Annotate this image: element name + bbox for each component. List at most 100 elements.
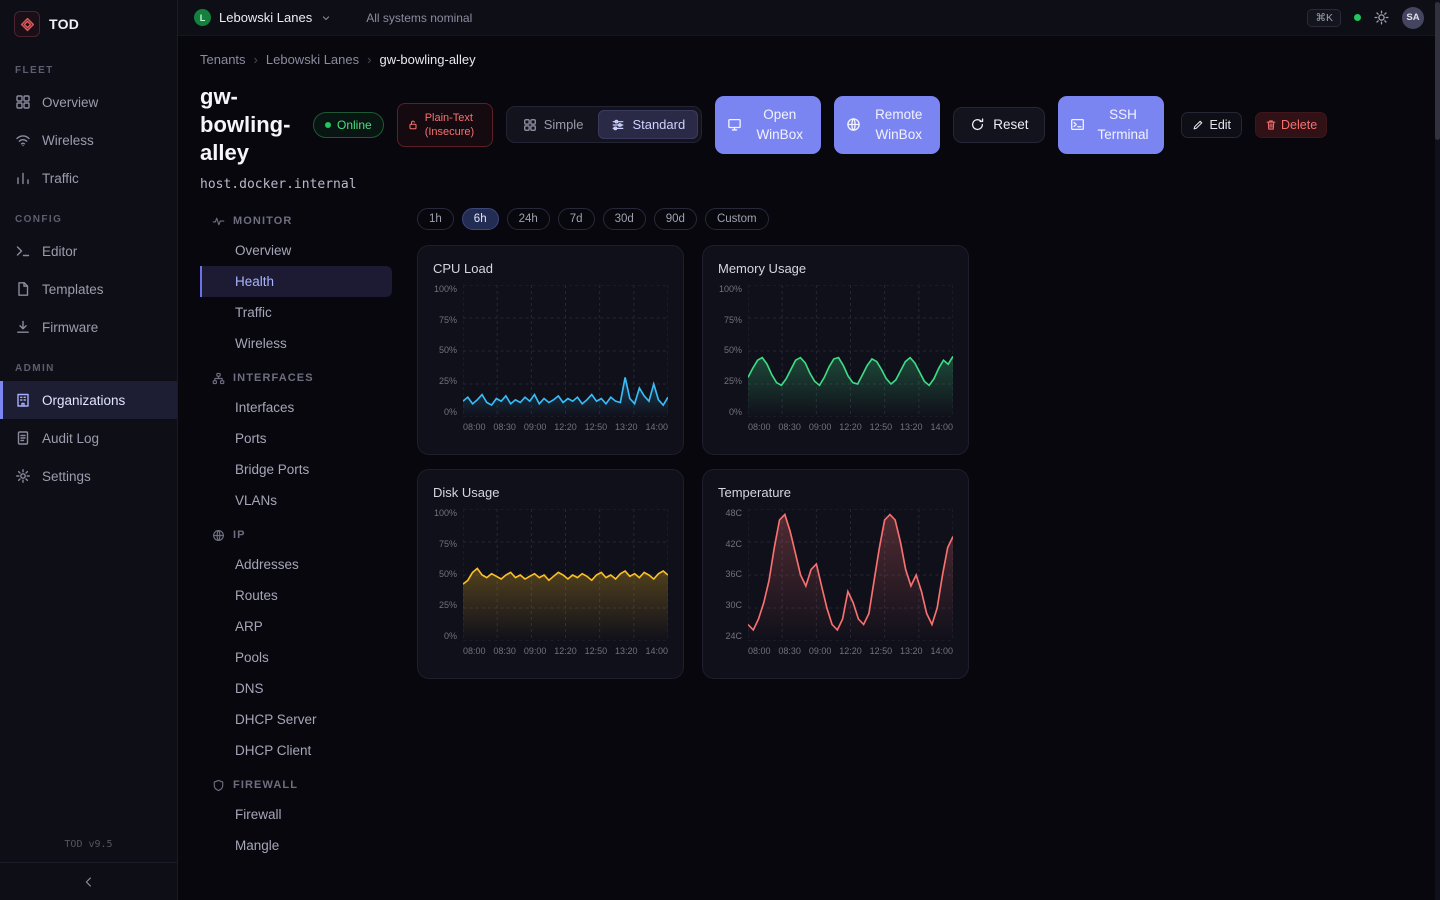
edit-button[interactable]: Edit xyxy=(1181,112,1242,138)
grid-icon xyxy=(15,94,31,110)
sidebar-item-editor[interactable]: Editor xyxy=(0,232,177,270)
cpu-load-line-chart xyxy=(463,285,668,417)
time-range-6h[interactable]: 6h xyxy=(462,208,499,230)
subnav-item-bridge-ports[interactable]: Bridge Ports xyxy=(200,454,392,485)
sidebar-item-traffic[interactable]: Traffic xyxy=(0,159,177,197)
app-version: TOD v9.5 xyxy=(0,829,177,862)
subnav-item-dns[interactable]: DNS xyxy=(200,673,392,704)
sidebar-item-settings[interactable]: Settings xyxy=(0,457,177,495)
time-range-24h[interactable]: 24h xyxy=(507,208,550,230)
sidebar-item-label: Wireless xyxy=(42,133,94,148)
sidebar-item-wireless[interactable]: Wireless xyxy=(0,121,177,159)
sidebar-item-overview[interactable]: Overview xyxy=(0,83,177,121)
warning-label: Plain-Text (Insecure) xyxy=(425,111,483,140)
y-axis-labels: 100%75%50%25%0% xyxy=(433,509,463,641)
subnav-item-traffic[interactable]: Traffic xyxy=(200,297,392,328)
health-dot xyxy=(1354,14,1361,21)
chart-title: Disk Usage xyxy=(433,485,668,500)
sidebar-item-firmware[interactable]: Firmware xyxy=(0,308,177,346)
sidebar-item-audit-log[interactable]: Audit Log xyxy=(0,419,177,457)
temperature-line-chart xyxy=(748,509,953,641)
button-label: Delete xyxy=(1281,118,1317,132)
subnav-item-health[interactable]: Health xyxy=(200,266,392,297)
scrollbar-track[interactable] xyxy=(1435,0,1440,900)
sidebar: TOD FLEETOverviewWirelessTrafficCONFIGEd… xyxy=(0,0,178,900)
subnav-item-firewall[interactable]: Firewall xyxy=(200,799,392,830)
sidebar-item-label: Organizations xyxy=(42,393,125,408)
y-tick-label: 100% xyxy=(434,509,457,518)
x-tick-label: 13:20 xyxy=(900,422,923,432)
sidebar-collapse-button[interactable] xyxy=(0,862,177,900)
sidebar-item-label: Templates xyxy=(42,282,104,297)
subnav-item-addresses[interactable]: Addresses xyxy=(200,549,392,580)
open-winbox-button[interactable]: Open WinBox xyxy=(715,96,821,154)
x-tick-label: 08:00 xyxy=(748,422,771,432)
time-range-30d[interactable]: 30d xyxy=(603,208,646,230)
time-range-7d[interactable]: 7d xyxy=(558,208,595,230)
subnav-item-arp[interactable]: ARP xyxy=(200,611,392,642)
shield-icon xyxy=(212,779,225,792)
file-icon xyxy=(15,281,31,297)
y-tick-label: 36C xyxy=(725,570,742,579)
button-label: Remote WinBox xyxy=(869,105,929,146)
x-tick-label: 09:00 xyxy=(524,646,547,656)
command-palette-shortcut[interactable]: ⌘K xyxy=(1307,9,1341,27)
subnav-section-firewall: FIREWALL xyxy=(200,766,392,799)
subnav-section-label: IP xyxy=(233,529,246,541)
ssh-terminal-button[interactable]: SSH Terminal xyxy=(1058,96,1164,154)
time-range-custom[interactable]: Custom xyxy=(705,208,769,230)
subnav-item-mangle[interactable]: Mangle xyxy=(200,830,392,861)
subnav-item-wireless[interactable]: Wireless xyxy=(200,328,392,359)
sidebar-section-admin: ADMIN xyxy=(0,346,177,381)
remote-winbox-button[interactable]: Remote WinBox xyxy=(834,96,940,154)
breadcrumb-separator: › xyxy=(254,52,258,67)
y-tick-label: 42C xyxy=(725,540,742,549)
subnav-item-routes[interactable]: Routes xyxy=(200,580,392,611)
subnav-item-pools[interactable]: Pools xyxy=(200,642,392,673)
sidebar-item-organizations[interactable]: Organizations xyxy=(0,381,177,419)
memory-usage-line-chart xyxy=(748,285,953,417)
terminal-icon xyxy=(1070,117,1085,132)
document-icon xyxy=(15,430,31,446)
delete-button[interactable]: Delete xyxy=(1255,112,1327,138)
wifi-icon xyxy=(15,132,31,148)
scrollbar-thumb[interactable] xyxy=(1435,2,1440,140)
time-range-1h[interactable]: 1h xyxy=(417,208,454,230)
chart-card-disk-usage: Disk Usage100%75%50%25%0%08:0008:3009:00… xyxy=(417,469,684,679)
y-tick-label: 75% xyxy=(439,540,457,549)
sidebar-item-templates[interactable]: Templates xyxy=(0,270,177,308)
subnav-item-overview[interactable]: Overview xyxy=(200,235,392,266)
y-tick-label: 0% xyxy=(444,632,457,641)
tenant-selector[interactable]: L Lebowski Lanes All systems nominal xyxy=(194,9,472,26)
x-tick-label: 08:30 xyxy=(493,422,516,432)
y-axis-labels: 48C42C36C30C24C xyxy=(718,509,748,641)
unlock-icon xyxy=(407,119,419,131)
x-tick-label: 08:00 xyxy=(748,646,771,656)
reset-button[interactable]: Reset xyxy=(953,107,1045,143)
app-logo-icon xyxy=(14,11,40,37)
topbar: L Lebowski Lanes All systems nominal ⌘K … xyxy=(178,0,1440,36)
breadcrumb-lebowski-lanes[interactable]: Lebowski Lanes xyxy=(266,52,359,67)
mode-simple-option[interactable]: Simple xyxy=(510,110,597,139)
subnav-item-interfaces[interactable]: Interfaces xyxy=(200,392,392,423)
breadcrumb-tenants[interactable]: Tenants xyxy=(200,52,246,67)
mode-standard-label: Standard xyxy=(632,117,685,132)
subnav-item-ports[interactable]: Ports xyxy=(200,423,392,454)
sliders-icon xyxy=(611,118,625,132)
chart-icon xyxy=(15,170,31,186)
button-label: Edit xyxy=(1209,118,1231,132)
user-avatar[interactable]: SA xyxy=(1402,7,1424,29)
sidebar-item-label: Settings xyxy=(42,469,91,484)
subnav-item-vlans[interactable]: VLANs xyxy=(200,485,392,516)
mode-standard-option[interactable]: Standard xyxy=(598,110,698,139)
subnav-item-dhcp-client[interactable]: DHCP Client xyxy=(200,735,392,766)
chart-card-cpu-load: CPU Load100%75%50%25%0%08:0008:3009:0012… xyxy=(417,245,684,455)
gear-icon xyxy=(15,468,31,484)
security-warning-badge: Plain-Text (Insecure) xyxy=(397,103,493,148)
subnav-item-dhcp-server[interactable]: DHCP Server xyxy=(200,704,392,735)
topbar-actions: ⌘K SA xyxy=(1307,7,1424,29)
time-range-90d[interactable]: 90d xyxy=(654,208,697,230)
subnav-section-ip: IP xyxy=(200,516,392,549)
theme-toggle-icon[interactable] xyxy=(1374,10,1389,25)
app-root: TOD FLEETOverviewWirelessTrafficCONFIGEd… xyxy=(0,0,1440,900)
